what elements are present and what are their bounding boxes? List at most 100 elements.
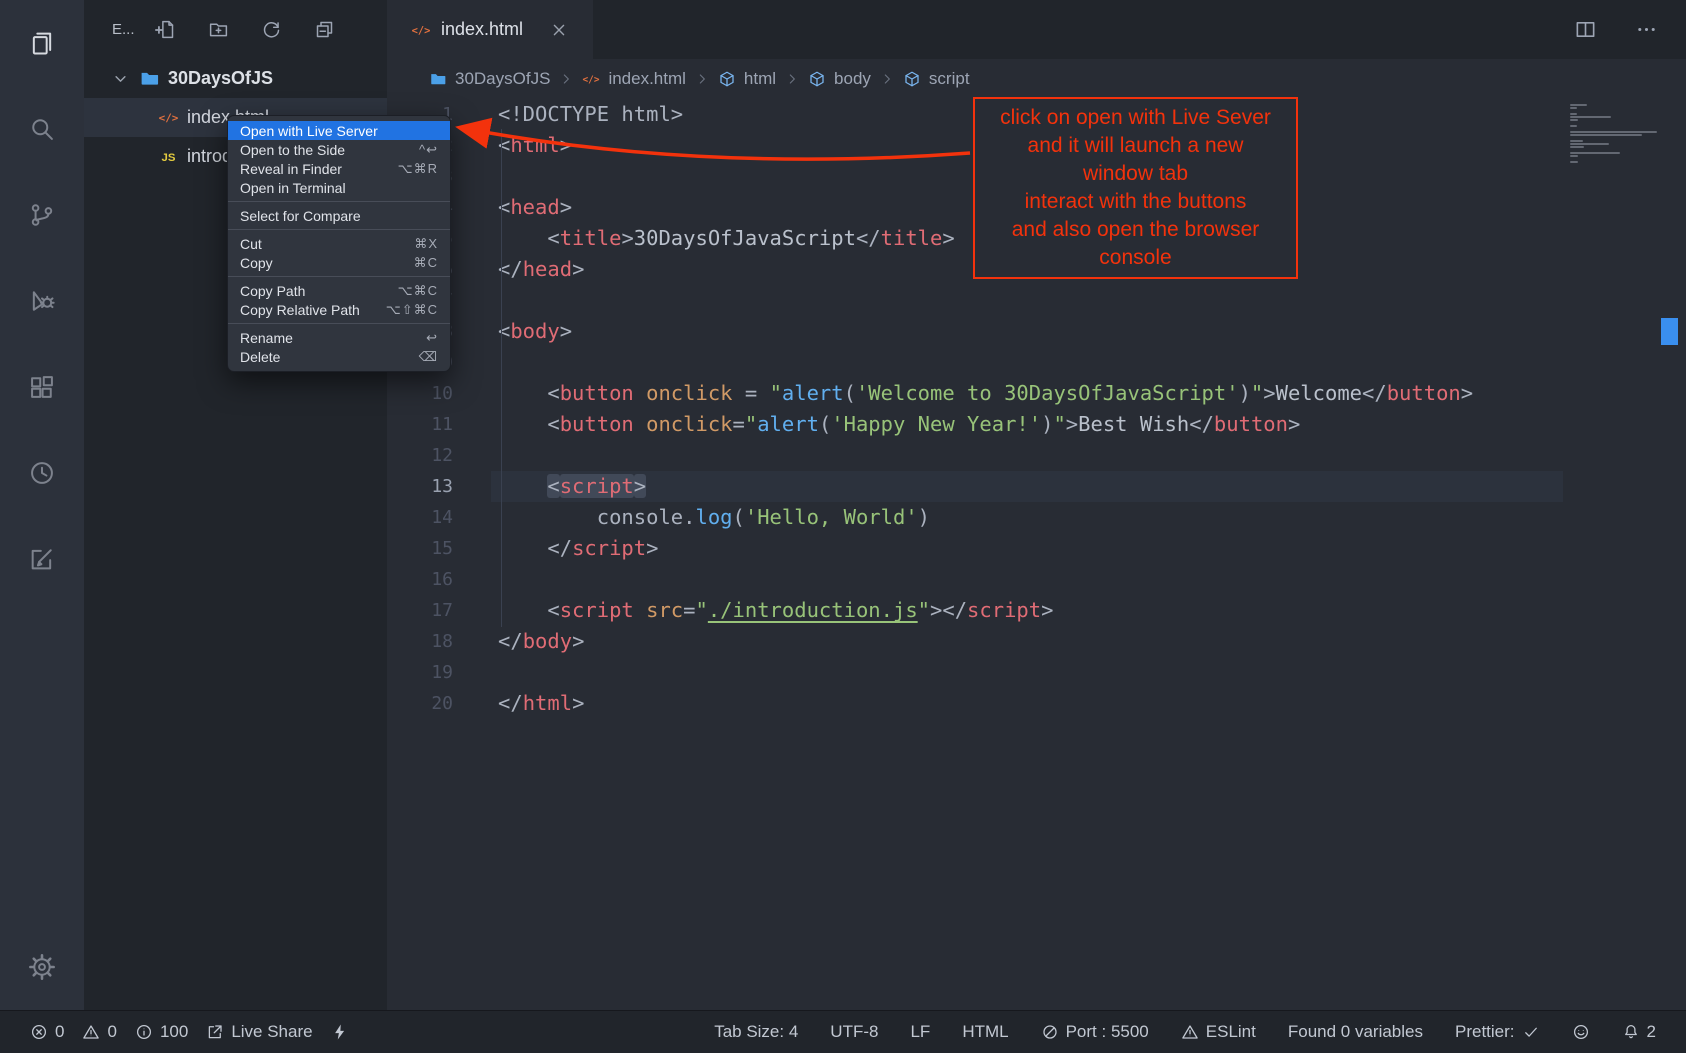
activity-bar	[0, 0, 84, 1010]
menu-item-copy-path[interactable]: Copy Path⌥⌘C	[228, 281, 450, 300]
sidebar-title: E...	[112, 21, 135, 38]
activity-item-search[interactable]	[0, 86, 84, 172]
line-number[interactable]: 16	[387, 564, 453, 595]
menu-item-copy[interactable]: Copy⌘C	[228, 253, 450, 272]
line-number[interactable]: 14	[387, 502, 453, 533]
line-number[interactable]: 12	[387, 440, 453, 471]
sidebar-actions	[155, 19, 335, 40]
status-label: 0	[55, 1022, 64, 1042]
menu-item-cut[interactable]: Cut⌘X	[228, 234, 450, 253]
smiley-icon	[1572, 1023, 1590, 1041]
menu-item-open-with-live-server[interactable]: Open with Live Server	[228, 121, 450, 140]
status-live-share[interactable]: Live Share	[206, 1022, 312, 1042]
code-line-8[interactable]: 8<body>	[387, 316, 1686, 347]
editor-tab-bar: </> index.html	[387, 0, 1686, 59]
breadcrumb-label: 30DaysOfJS	[455, 69, 550, 89]
line-number[interactable]: 15	[387, 533, 453, 564]
code-line-19[interactable]: 19	[387, 657, 1686, 688]
menu-item-rename[interactable]: Rename↩	[228, 328, 450, 347]
edit-icon	[28, 545, 56, 573]
menu-separator	[228, 323, 450, 324]
code-line-12[interactable]: 12	[387, 440, 1686, 471]
line-number[interactable]: 11	[387, 409, 453, 440]
status-end-of-line[interactable]: LF	[910, 1022, 930, 1042]
new-file-icon[interactable]	[155, 19, 176, 40]
code-line-9[interactable]: 9	[387, 347, 1686, 378]
menu-item-label: Copy Relative Path	[240, 302, 360, 318]
status-errors[interactable]: 0	[30, 1022, 64, 1042]
menu-item-reveal-in-finder[interactable]: Reveal in Finder⌥⌘R	[228, 159, 450, 178]
chevron-right-icon	[558, 71, 574, 87]
menu-item-shortcut: ⌥⇧⌘C	[386, 302, 438, 318]
chevron-down-icon[interactable]	[110, 68, 131, 89]
status-bar: 00 100 Live Share Tab Size: 4 UTF-8 LF HTML Po…	[0, 1010, 1686, 1053]
menu-item-delete[interactable]: Delete⌫	[228, 347, 450, 366]
menu-item-select-for-compare[interactable]: Select for Compare	[228, 206, 450, 225]
status-language-mode[interactable]: HTML	[962, 1022, 1008, 1042]
annotation-line: and it will launch a new	[979, 132, 1292, 160]
code-line-17[interactable]: 17 <script src="./introduction.js"></scr…	[387, 595, 1686, 626]
code-line-11[interactable]: 11 <button onclick="alert('Happy New Yea…	[387, 409, 1686, 440]
bell-icon	[1622, 1023, 1640, 1041]
code-line-14[interactable]: 14 console.log('Hello, World')	[387, 502, 1686, 533]
code-line-16[interactable]: 16	[387, 564, 1686, 595]
minimap[interactable]	[1570, 104, 1662, 164]
tab-label: index.html	[441, 19, 523, 40]
extensions-icon	[28, 373, 56, 401]
status-feedback-smiley[interactable]	[1572, 1023, 1590, 1041]
indent-guide	[501, 129, 502, 627]
status-info-count[interactable]: 100	[135, 1022, 188, 1042]
code-line-18[interactable]: 18</body>	[387, 626, 1686, 657]
files-icon	[28, 29, 56, 57]
status-label: Found 0 variables	[1288, 1022, 1423, 1042]
code-line-15[interactable]: 15 </script>	[387, 533, 1686, 564]
breadcrumb-item-index-html[interactable]: </>index.html	[582, 69, 685, 89]
lightning-icon	[331, 1023, 349, 1041]
line-number[interactable]: 13	[387, 471, 453, 502]
line-number[interactable]: 19	[387, 657, 453, 688]
breadcrumb-item-script[interactable]: script	[903, 69, 970, 89]
status-quick-action[interactable]	[331, 1023, 349, 1041]
activity-item-timeline[interactable]	[0, 430, 84, 516]
ellipsis-icon[interactable]	[1635, 18, 1658, 41]
activity-item-run-and-debug[interactable]	[0, 258, 84, 344]
code-line-10[interactable]: 10 <button onclick = "alert('Welcome to …	[387, 378, 1686, 409]
activity-item-extensions[interactable]	[0, 344, 84, 430]
breadcrumb-item-body[interactable]: body	[808, 69, 871, 89]
close-icon[interactable]	[549, 20, 569, 40]
activity-item-explorer[interactable]	[0, 0, 84, 86]
line-number[interactable]: 20	[387, 688, 453, 719]
code-line-20[interactable]: 20</html>	[387, 688, 1686, 719]
breadcrumb-item-html[interactable]: html	[718, 69, 776, 89]
line-number[interactable]: 18	[387, 626, 453, 657]
annotation-box: click on open with Live Severand it will…	[973, 97, 1298, 279]
status-prettier[interactable]: Prettier:	[1455, 1022, 1540, 1042]
refresh-icon[interactable]	[261, 19, 282, 40]
activity-item-source-control[interactable]	[0, 172, 84, 258]
menu-item-open-in-terminal[interactable]: Open in Terminal	[228, 178, 450, 197]
code-line-13[interactable]: 13 <script>	[387, 471, 1686, 502]
tree-item-30daysofjs[interactable]: 30DaysOfJS	[84, 59, 387, 98]
tab-index-html[interactable]: </> index.html	[387, 0, 593, 59]
cube-icon	[903, 70, 921, 88]
split-editor-icon[interactable]	[1574, 18, 1597, 41]
new-folder-icon[interactable]	[208, 19, 229, 40]
status-eslint[interactable]: ESLint	[1181, 1022, 1256, 1042]
status-variables[interactable]: Found 0 variables	[1288, 1022, 1423, 1042]
status-label: Port : 5500	[1066, 1022, 1149, 1042]
line-number[interactable]: 17	[387, 595, 453, 626]
status-warnings[interactable]: 0	[82, 1022, 116, 1042]
line-number[interactable]: 10	[387, 378, 453, 409]
code-line-7[interactable]: 7	[387, 285, 1686, 316]
status-notifications[interactable]: 2	[1622, 1022, 1656, 1042]
collapse-all-icon[interactable]	[314, 19, 335, 40]
breadcrumb-item-30daysofjs[interactable]: 30DaysOfJS	[429, 69, 550, 89]
status-tab-size[interactable]: Tab Size: 4	[714, 1022, 798, 1042]
activity-item-feedback-tool[interactable]	[0, 516, 84, 602]
status-encoding[interactable]: UTF-8	[830, 1022, 878, 1042]
activity-item-settings[interactable]	[0, 924, 84, 1010]
menu-item-copy-relative-path[interactable]: Copy Relative Path ⌥⇧⌘C	[228, 300, 450, 319]
menu-item-open-to-the-side[interactable]: Open to the Side^↩	[228, 140, 450, 159]
menu-separator	[228, 201, 450, 202]
status-live-server-port[interactable]: Port : 5500	[1041, 1022, 1149, 1042]
